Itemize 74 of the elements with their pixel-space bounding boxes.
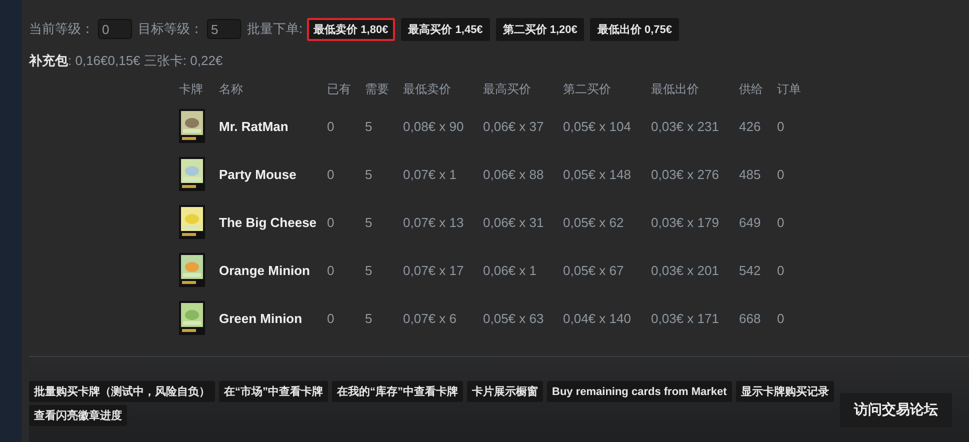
table-cell-text: 0,07€ x 1 xyxy=(403,166,458,182)
table-cell-text: 0 xyxy=(777,118,786,134)
table-cell-text: 0,06€ x 37 xyxy=(483,118,545,134)
table-cell-text: 5 xyxy=(365,310,374,326)
action-button[interactable]: 在我的“库存”中查看卡牌 xyxy=(332,381,463,402)
current-level-field[interactable]: 0 xyxy=(98,19,132,39)
column-header: 最低卖价 xyxy=(403,80,452,98)
batch-order-label: 批量下单: xyxy=(247,20,303,38)
table-cell-text: 542 xyxy=(739,262,762,278)
current-level-label: 当前等级： xyxy=(29,20,94,38)
table-cell-text: 0,05€ x 148 xyxy=(563,166,632,182)
action-button[interactable]: 卡片展示橱窗 xyxy=(467,381,543,402)
table-cell-text: 649 xyxy=(739,214,762,230)
card-name[interactable]: Orange Minion xyxy=(219,262,327,278)
table-cell-text: 0,03€ x 171 xyxy=(651,310,720,326)
table-cell-text: 0,03€ x 276 xyxy=(651,166,720,182)
table-cell-text: 668 xyxy=(739,310,762,326)
card-name[interactable]: Green Minion xyxy=(219,310,327,326)
column-header: 订单 xyxy=(777,80,802,98)
action-button[interactable]: 在“市场”中查看卡牌 xyxy=(219,381,328,402)
table-cell-text: 0,05€ x 104 xyxy=(563,118,632,134)
column-header: 第二买价 xyxy=(563,80,612,98)
table-cell-text: 5 xyxy=(365,262,374,278)
card-name[interactable]: Mr. RatMan xyxy=(219,118,327,134)
table-cell-text: 0,03€ x 201 xyxy=(651,262,720,278)
table-cell-text: 0 xyxy=(777,310,786,326)
table-cell-text: 0,05€ x 67 xyxy=(563,262,625,278)
table-cell-text: 0,07€ x 13 xyxy=(403,214,465,230)
table-cell-text: 0,04€ x 140 xyxy=(563,310,632,326)
action-button[interactable]: Buy remaining cards from Market xyxy=(547,381,732,402)
target-level-field[interactable]: 5 xyxy=(207,19,241,39)
card-name[interactable]: The Big Cheese xyxy=(219,214,327,230)
action-button[interactable]: 批量购买卡牌（测试中，风险自负） xyxy=(29,381,215,402)
action-button[interactable]: 查看闪亮徽章进度 xyxy=(29,405,127,426)
table-cell-text: 0 xyxy=(327,118,336,134)
table-cell-text: 0 xyxy=(777,214,786,230)
forum-button[interactable]: 访问交易论坛 xyxy=(840,393,952,427)
table-cell-text: 426 xyxy=(739,118,762,134)
table-cell-text: 0,03€ x 231 xyxy=(651,118,720,134)
column-header: 最低出价 xyxy=(651,80,700,98)
table-cell-text: 0,05€ x 63 xyxy=(483,310,545,326)
target-level-label: 目标等级： xyxy=(138,20,203,38)
booster-prices: : 0,16€0,15€ 三张卡: 0,22€ xyxy=(68,53,223,68)
action-button[interactable]: 显示卡牌购买记录 xyxy=(736,381,834,402)
batch-order-button[interactable]: 最低出价 0,75€ xyxy=(590,18,679,40)
table-cell-text: 0,06€ x 88 xyxy=(483,166,545,182)
table-cell-text: 0,03€ x 179 xyxy=(651,214,720,230)
table-cell-text: 0,07€ x 17 xyxy=(403,262,465,278)
batch-order-button[interactable]: 最高买价 1,45€ xyxy=(401,18,490,40)
column-header: 已有 xyxy=(327,80,352,98)
card-name[interactable]: Party Mouse xyxy=(219,166,327,182)
table-cell-text: 0 xyxy=(327,262,336,278)
batch-order-button[interactable]: 第二买价 1,20€ xyxy=(496,18,584,40)
table-cell-text: 0,07€ x 6 xyxy=(403,310,458,326)
table-cell-text: 0,06€ x 31 xyxy=(483,214,545,230)
booster-label: 补充包 xyxy=(29,53,68,68)
table-cell-text: 0 xyxy=(327,310,336,326)
table-cell-text: 0,05€ x 62 xyxy=(563,214,625,230)
table-cell-text: 5 xyxy=(365,214,374,230)
table-cell-text: 485 xyxy=(739,166,762,182)
column-header: 卡牌 xyxy=(179,80,204,98)
table-cell-text: 0 xyxy=(327,214,336,230)
table-cell-text: 0 xyxy=(327,166,336,182)
table-cell-text: 5 xyxy=(365,166,374,182)
table-cell-text: 0,06€ x 1 xyxy=(483,262,538,278)
table-cell-text: 0 xyxy=(777,262,786,278)
column-header: 需要 xyxy=(365,80,390,98)
table-cell-text: 5 xyxy=(365,118,374,134)
table-cell-text: 0 xyxy=(777,166,786,182)
batch-order-button[interactable]: 最低卖价 1,80€ xyxy=(306,18,396,40)
column-header: 供给 xyxy=(739,80,764,98)
column-header: 名称 xyxy=(219,80,244,98)
table-cell-text: 0,08€ x 90 xyxy=(403,118,465,134)
column-header: 最高买价 xyxy=(483,80,532,98)
